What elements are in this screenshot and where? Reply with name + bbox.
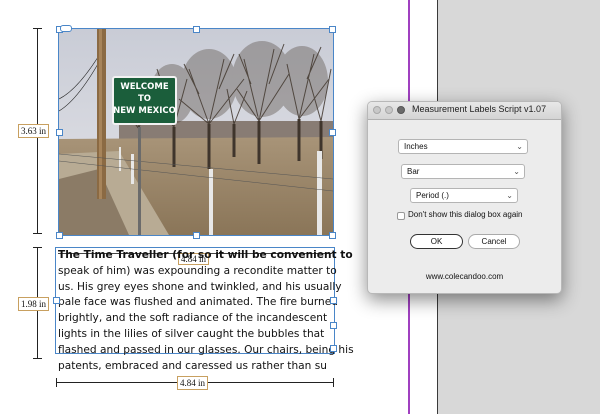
text-frame[interactable]: The Time Traveller (for so it will be co… — [55, 247, 354, 372]
units-select[interactable]: Inches ⌄ — [398, 139, 528, 154]
text-line: us. His grey eyes shone and twinkled, an… — [58, 280, 342, 293]
text-width-label: 4.84 in — [177, 376, 209, 390]
style-select[interactable]: Bar ⌄ — [401, 164, 525, 179]
dont-show-again-checkbox[interactable] — [397, 212, 405, 220]
dont-show-again-label: Don't show this dialog box again — [408, 210, 523, 219]
dimension-tick — [56, 378, 57, 387]
website-link[interactable]: www.colecandoo.com — [368, 272, 561, 281]
style-select-value: Bar — [407, 167, 420, 176]
cancel-button[interactable]: Cancel — [468, 234, 520, 249]
frame-handle[interactable] — [193, 232, 200, 239]
content-grabber[interactable] — [60, 25, 72, 32]
frame-handle[interactable] — [56, 232, 63, 239]
dialog-titlebar[interactable]: Measurement Labels Script v1.07 — [368, 102, 561, 120]
frame-handle[interactable] — [329, 26, 336, 33]
image-frame[interactable]: WELCOME TO NEW MEXICO — [58, 28, 334, 236]
measurement-labels-dialog: Measurement Labels Script v1.07 Inches ⌄… — [367, 101, 562, 294]
dimension-tick — [33, 233, 42, 234]
frame-handle[interactable] — [330, 322, 337, 329]
text-line: The Time Traveller (for so it will be co… — [58, 249, 353, 261]
body-text: The Time Traveller (for so it will be co… — [58, 248, 354, 374]
sign-line: TO — [137, 94, 152, 104]
dimension-tick — [33, 358, 42, 359]
frame-handle[interactable] — [53, 297, 60, 304]
units-select-value: Inches — [404, 142, 428, 151]
chevron-down-icon: ⌄ — [516, 142, 523, 151]
chevron-down-icon: ⌄ — [506, 191, 513, 200]
sign-text: WELCOME TO NEW MEXICO — [113, 81, 176, 117]
decimal-separator-select[interactable]: Period (.) ⌄ — [410, 188, 518, 203]
frame-handle[interactable] — [329, 232, 336, 239]
dialog-title: Measurement Labels Script v1.07 — [412, 104, 547, 114]
ok-button[interactable]: OK — [410, 234, 463, 249]
image-height-label: 3.63 in — [18, 124, 50, 138]
minimize-window-icon[interactable] — [385, 106, 393, 114]
dimension-tick — [33, 28, 42, 29]
sign-line: WELCOME — [120, 82, 169, 92]
text-line: speak of him) was expounding a recondite… — [58, 264, 337, 277]
frame-handle[interactable] — [56, 129, 63, 136]
frame-handle[interactable] — [330, 297, 337, 304]
zoom-window-icon[interactable] — [397, 106, 405, 114]
new-mexico-photo — [59, 29, 333, 235]
text-line: patents, embraced and caressed us rather… — [58, 359, 327, 372]
sign-line: NEW MEXICO — [113, 106, 176, 116]
close-window-icon[interactable] — [373, 106, 381, 114]
text-line: brightly, and the soft radiance of the i… — [58, 312, 328, 325]
text-line: flashed and passed in our glasses. Our c… — [58, 343, 354, 356]
decimal-select-value: Period (.) — [416, 191, 449, 200]
chevron-down-icon: ⌄ — [513, 167, 520, 176]
text-height-label: 1.98 in — [18, 297, 50, 311]
text-line: pale face was flushed and animated. The … — [58, 296, 338, 309]
dimension-tick — [33, 247, 42, 248]
frame-handle[interactable] — [330, 345, 337, 352]
frame-handle[interactable] — [193, 26, 200, 33]
dimension-tick — [333, 378, 334, 387]
text-line: lights in the lilies of silver caught th… — [58, 327, 325, 340]
frame-handle[interactable] — [329, 129, 336, 136]
